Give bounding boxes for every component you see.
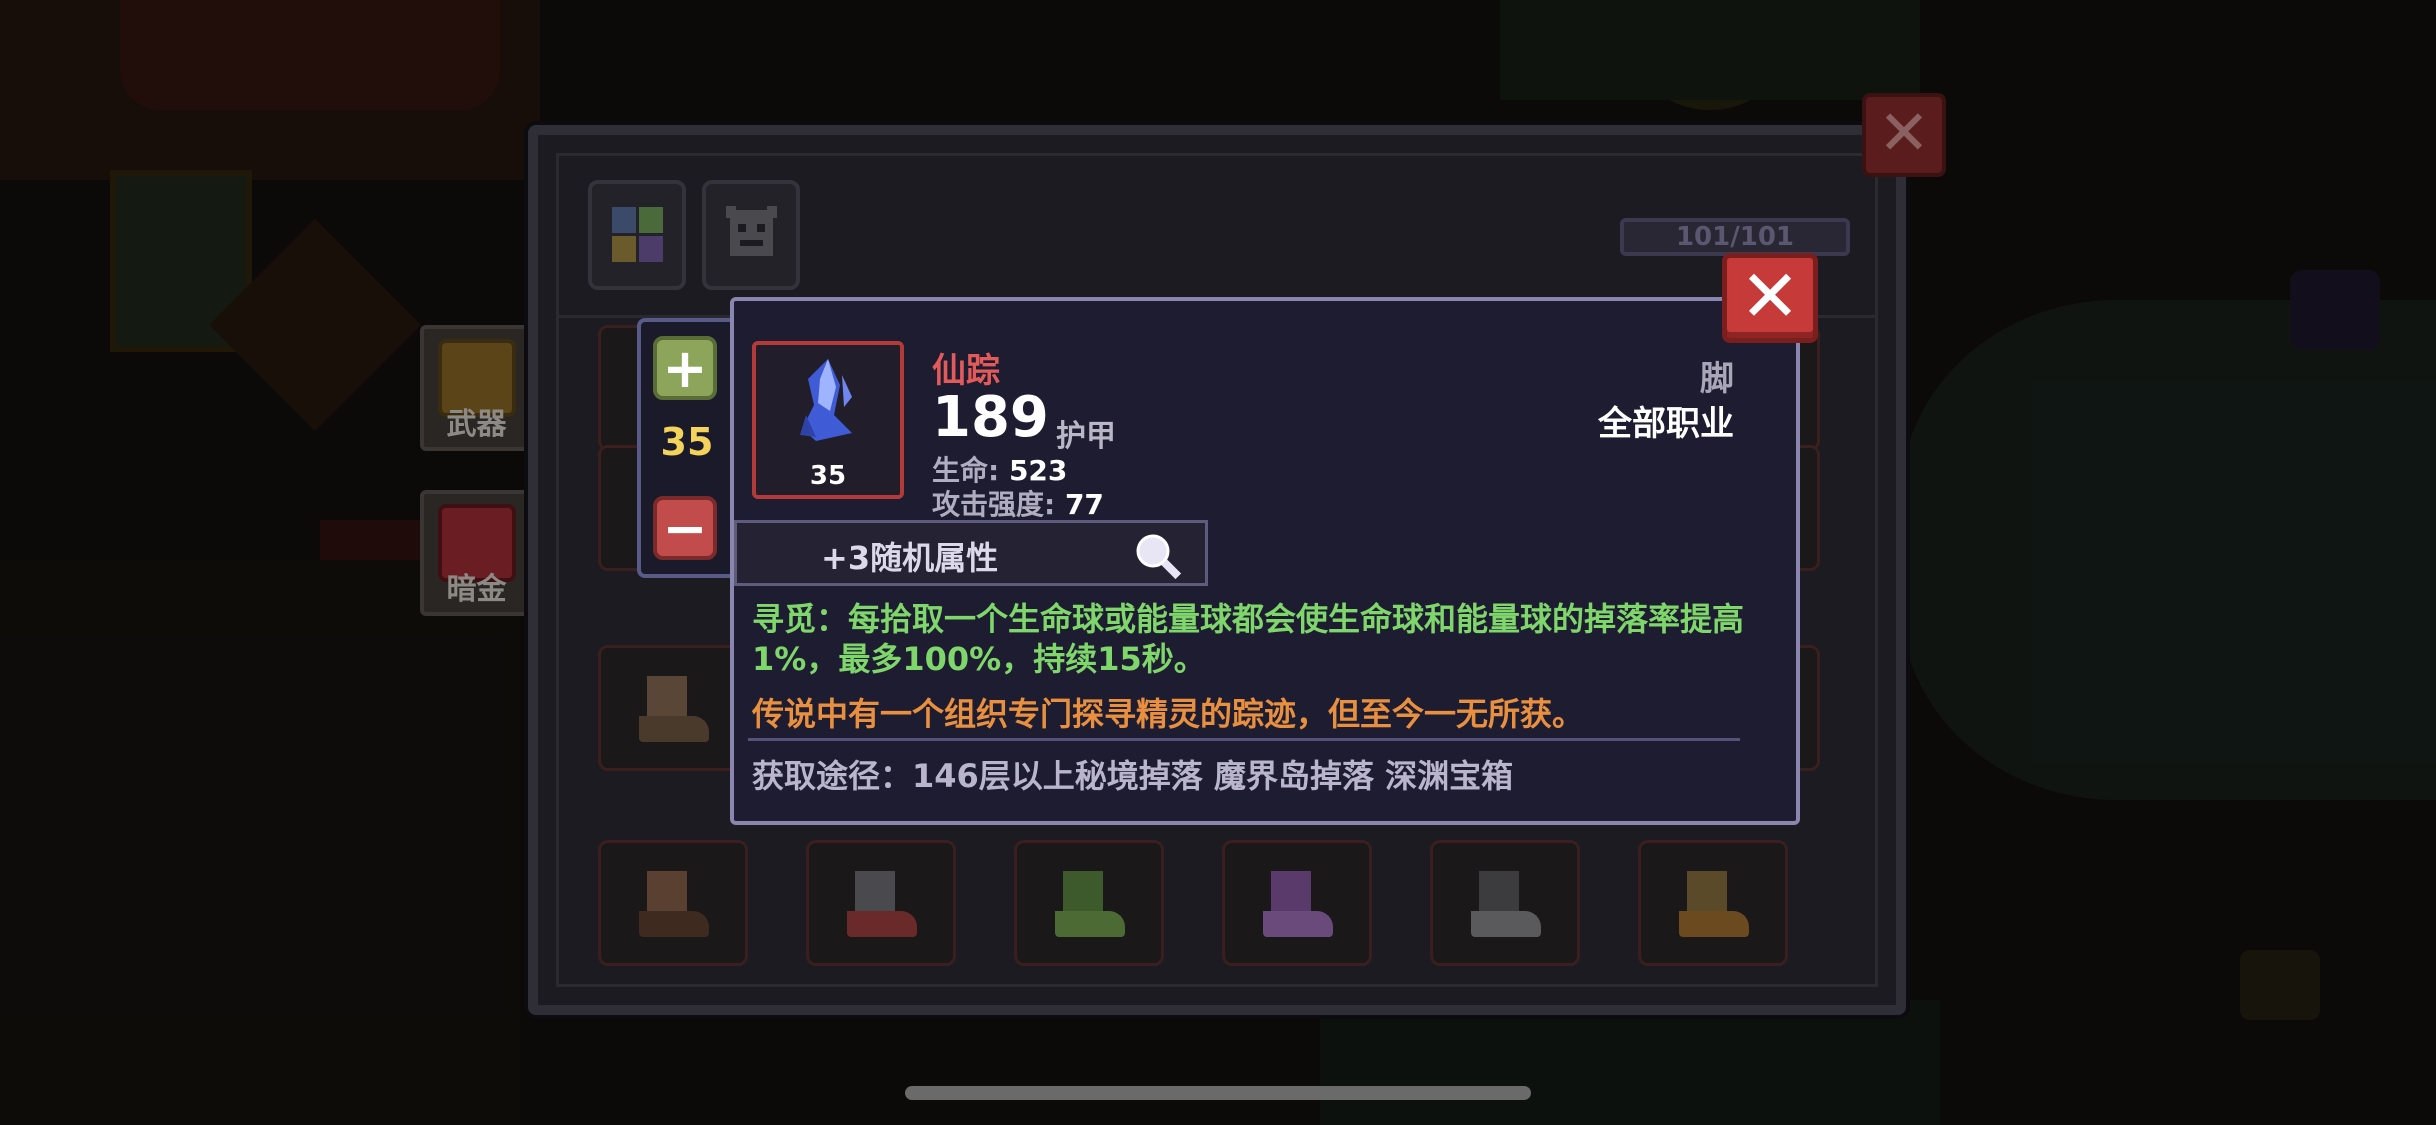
item-icon-frame: 35 — [752, 341, 904, 499]
stat-attack-power: 攻击强度: 77 — [932, 483, 1104, 523]
boot-icon — [847, 871, 921, 945]
level-decrease-button[interactable]: − — [653, 496, 717, 560]
minus-icon: − — [662, 497, 708, 560]
tab-monster[interactable] — [702, 180, 800, 290]
stat-value: 77 — [1064, 488, 1104, 521]
tab-all-categories[interactable] — [588, 180, 686, 290]
inventory-slot[interactable] — [806, 840, 956, 966]
all-categories-icon — [610, 202, 665, 267]
level-increase-button[interactable]: + — [653, 336, 717, 400]
level-control: + 35 − — [637, 318, 737, 578]
inventory-slot[interactable] — [1638, 840, 1788, 966]
inventory-slot[interactable] — [1222, 840, 1372, 966]
item-score: 189 — [932, 385, 1049, 450]
boot-icon — [1263, 871, 1337, 945]
tooltip-close-button[interactable]: ✕ — [1722, 253, 1818, 343]
side-tab-weapon-label: 武器 — [446, 407, 507, 442]
close-icon: ✕ — [1739, 254, 1801, 338]
random-attribute-label: +3随机属性 — [821, 539, 999, 577]
stat-label: 攻击强度: — [932, 488, 1056, 521]
item-lore-text: 传说中有一个组织专门探寻精灵的踪迹，但至今一无所获。 — [752, 695, 1585, 733]
boot-icon — [1471, 871, 1545, 945]
inventory-slot[interactable] — [598, 645, 748, 771]
random-attribute-bar[interactable]: +3随机属性 — [734, 520, 1208, 586]
plus-icon: + — [662, 337, 708, 400]
boot-icon — [1055, 871, 1129, 945]
home-indicator[interactable] — [905, 1086, 1531, 1100]
close-icon: ✕ — [1878, 96, 1930, 169]
inventory-capacity: 101/101 — [1620, 218, 1850, 256]
side-tab-weapon[interactable]: 武器 — [420, 325, 533, 451]
inventory-slot[interactable] — [1430, 840, 1580, 966]
boot-icon — [639, 871, 713, 945]
item-tooltip: 35 仙踪 189 护甲 生命: 523 攻击强度: 77 脚 全部职业 +3随… — [730, 297, 1800, 825]
side-tab-dark-gold-label: 暗金 — [446, 572, 507, 607]
tooltip-divider — [748, 738, 1740, 741]
level-value: 35 — [660, 420, 714, 464]
side-tab-dark-gold[interactable]: 暗金 — [420, 490, 533, 616]
item-source-text: 获取途径：146层以上秘境掉落 魔界岛掉落 深渊宝箱 — [752, 757, 1514, 795]
monster-helmet-icon — [724, 202, 779, 267]
boot-icon — [639, 676, 713, 750]
item-effect-text: 寻觅：每拾取一个生命球或能量球都会使生命球和能量球的掉落率提高1%，最多100%… — [752, 600, 1745, 678]
class-restriction: 全部职业 — [1598, 404, 1734, 444]
equip-slot-label: 脚 — [1700, 359, 1734, 399]
boot-icon — [1679, 871, 1753, 945]
item-level: 35 — [809, 461, 847, 491]
inventory-slot[interactable] — [598, 840, 748, 966]
inventory-close-button[interactable]: ✕ — [1862, 93, 1946, 177]
magnifier-icon[interactable] — [1131, 529, 1185, 583]
inventory-slot[interactable] — [1014, 840, 1164, 966]
crystal-boot-icon — [800, 359, 852, 441]
